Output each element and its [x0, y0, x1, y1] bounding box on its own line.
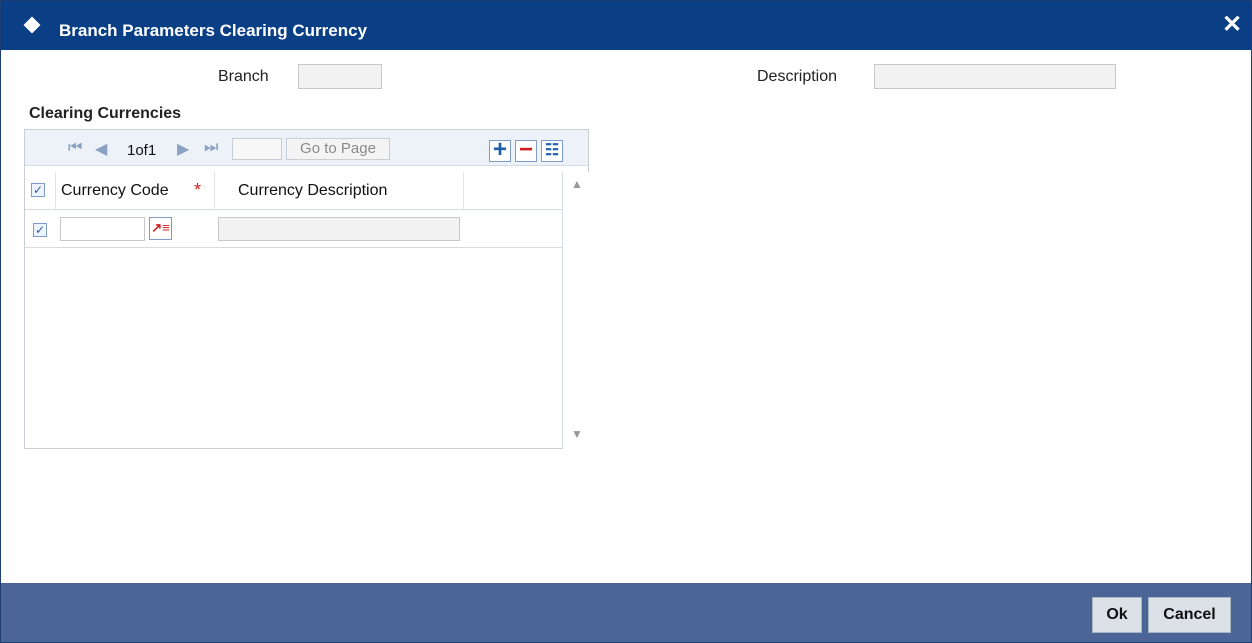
page-number-input[interactable]: [232, 138, 282, 160]
clearing-currencies-title: Clearing Currencies: [29, 105, 182, 122]
header-divider: [214, 172, 215, 209]
next-page-icon[interactable]: ▶: [177, 139, 189, 159]
window-title: Branch Parameters Clearing Currency: [59, 21, 368, 40]
description-label: Description: [757, 68, 838, 85]
select-all-checkbox[interactable]: ✓: [31, 183, 45, 197]
go-to-page-button[interactable]: Go to Page: [286, 138, 390, 160]
row-checkbox[interactable]: ✓: [33, 223, 47, 237]
table-header: ✓ Currency Code * Currency Description: [25, 172, 562, 210]
currency-description-field: [218, 217, 460, 241]
clearing-currencies-grid: ⏮ ◀ 1of1 ▶ ⏭ Go to Page + − ☷ ✓ Currency…: [24, 129, 589, 449]
required-marker: *: [194, 180, 202, 200]
header-divider: [55, 172, 56, 209]
single-view-icon[interactable]: ☷: [541, 140, 563, 162]
ok-button[interactable]: Ok: [1092, 597, 1142, 633]
table-row: ✓ ↗≡: [25, 210, 562, 248]
currency-code-header: Currency Code: [61, 182, 169, 199]
scroll-up-icon[interactable]: ▲: [571, 177, 583, 191]
diamond-icon: [23, 16, 41, 34]
title-bar: Branch Parameters Clearing Currency ✕: [1, 1, 1251, 50]
footer-bar: Ok Cancel: [1, 583, 1251, 642]
delete-row-icon[interactable]: −: [515, 138, 537, 162]
add-row-icon[interactable]: +: [489, 138, 511, 162]
previous-page-icon[interactable]: ◀: [95, 139, 107, 159]
description-field[interactable]: [874, 64, 1116, 89]
page-count: 1of1: [127, 142, 157, 159]
cancel-button[interactable]: Cancel: [1148, 597, 1231, 633]
currency-description-header: Currency Description: [238, 182, 388, 199]
grid-toolbar: ⏮ ◀ 1of1 ▶ ⏭ Go to Page + − ☷: [25, 130, 588, 166]
lookup-icon[interactable]: ↗≡: [149, 217, 172, 240]
close-icon[interactable]: ✕: [1221, 13, 1243, 37]
branch-label: Branch: [218, 68, 269, 85]
currency-code-input[interactable]: [60, 217, 145, 241]
grid-scrollbar[interactable]: ▲ ▼: [562, 172, 589, 449]
header-divider: [463, 172, 464, 209]
first-page-icon[interactable]: ⏮: [68, 139, 82, 157]
branch-field[interactable]: [298, 64, 382, 89]
branch-parameters-window: Branch Parameters Clearing Currency ✕ Br…: [0, 0, 1252, 643]
last-page-icon[interactable]: ⏭: [204, 139, 218, 157]
scroll-down-icon[interactable]: ▼: [571, 427, 583, 441]
